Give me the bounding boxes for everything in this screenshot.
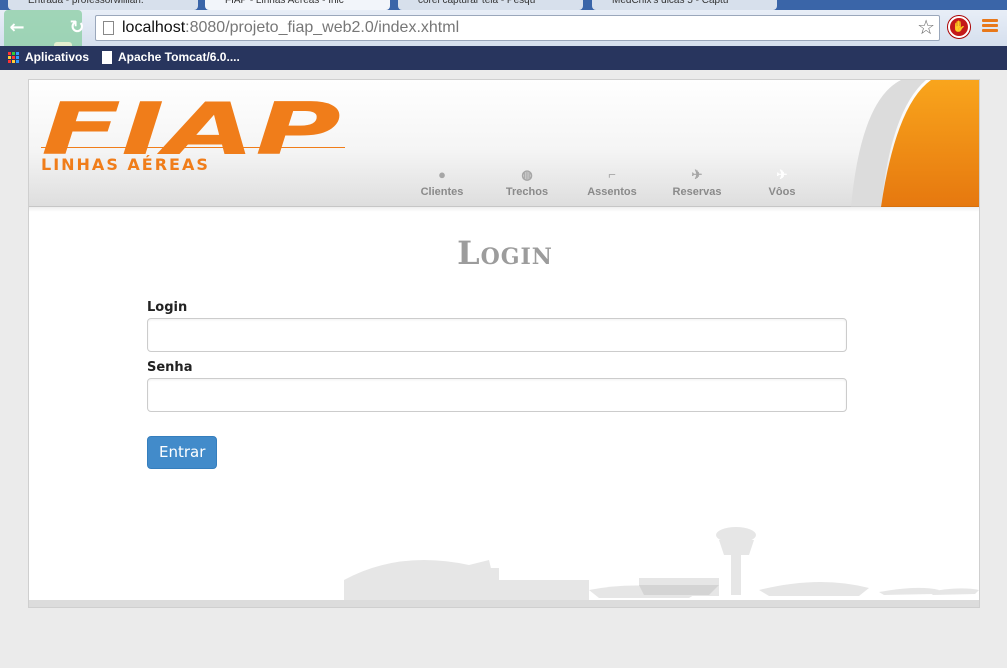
bookmark-tomcat[interactable]: Apache Tomcat/6.0.... — [102, 50, 240, 64]
browser-tab-active[interactable]: FIAP - Linhas Aéreas - Inic — [205, 0, 390, 10]
page-icon — [103, 21, 114, 35]
plane-icon: ✈ — [691, 167, 703, 182]
address-bar[interactable]: localhost:8080/projeto_fiap_web2.0/index… — [95, 15, 940, 41]
browser-tabstrip: Entrada - professorwillian. FIAP - Linha… — [0, 0, 1007, 10]
logo-subtitle: LINHAS AÉREAS — [41, 155, 210, 174]
bookmarks-bar: Aplicativos Apache Tomcat/6.0.... — [0, 46, 1007, 70]
logo-divider — [41, 147, 345, 148]
nav-label: Vôos — [768, 186, 796, 198]
nav-assentos[interactable]: ⌐ Assentos — [572, 166, 652, 198]
nav-label: Clientes — [420, 186, 464, 198]
nav-label: Reservas — [672, 186, 722, 198]
nav-clientes[interactable]: ● Clientes — [402, 166, 482, 198]
page-card: FIAP LINHAS AÉREAS ● Clientes ◍ Trechos … — [28, 79, 980, 608]
senha-input[interactable] — [147, 378, 847, 412]
seat-icon: ⌐ — [608, 167, 616, 182]
browser-tab[interactable]: MedChix's dicas 5 - Captu — [592, 0, 777, 10]
bookmark-label: Aplicativos — [25, 50, 90, 64]
nav-label: Assentos — [587, 186, 637, 198]
apps-icon — [8, 51, 19, 63]
person-icon: ● — [438, 167, 446, 182]
nav-trechos[interactable]: ◍ Trechos — [487, 166, 567, 198]
site-header: FIAP LINHAS AÉREAS ● Clientes ◍ Trechos … — [29, 80, 979, 212]
nav-reservas[interactable]: ✈ Reservas — [657, 166, 737, 198]
menu-icon[interactable] — [982, 19, 998, 35]
adblock-icon[interactable]: ✋ — [948, 16, 970, 38]
login-input[interactable] — [147, 318, 847, 352]
url-host: localhost — [122, 19, 186, 36]
plane-icon: ✈ — [776, 167, 788, 182]
browser-toolbar: ← ↻ localhost:8080/projeto_fiap_web2.0/i… — [0, 10, 1007, 70]
senha-label: Senha — [147, 360, 193, 375]
page-title: Login — [457, 234, 553, 272]
login-label: Login — [147, 300, 188, 315]
browser-tab[interactable]: Entrada - professorwillian. — [8, 0, 198, 10]
nav-label: Trechos — [505, 186, 549, 198]
globe-icon: ◍ — [521, 167, 533, 182]
url-path: :8080/projeto_fiap_web2.0/index.xhtml — [185, 19, 460, 36]
bookmark-star-icon[interactable]: ☆ — [917, 16, 935, 40]
footer-bar — [29, 600, 979, 607]
header-swoosh — [851, 80, 979, 207]
login-form: Login Senha Entrar — [147, 298, 847, 469]
nav-voos[interactable]: ✈ Vôos — [742, 166, 822, 198]
browser-tab[interactable]: corel capturar tela - Pesqu — [398, 0, 583, 10]
entrar-button[interactable]: Entrar — [147, 436, 218, 469]
airport-skyline-illustration — [344, 527, 979, 602]
reload-icon[interactable]: ↻ — [66, 18, 88, 40]
back-icon[interactable]: ← — [6, 18, 28, 40]
document-icon — [102, 50, 112, 64]
bookmark-apps[interactable]: Aplicativos — [8, 50, 89, 64]
bookmark-label: Apache Tomcat/6.0.... — [118, 50, 240, 64]
